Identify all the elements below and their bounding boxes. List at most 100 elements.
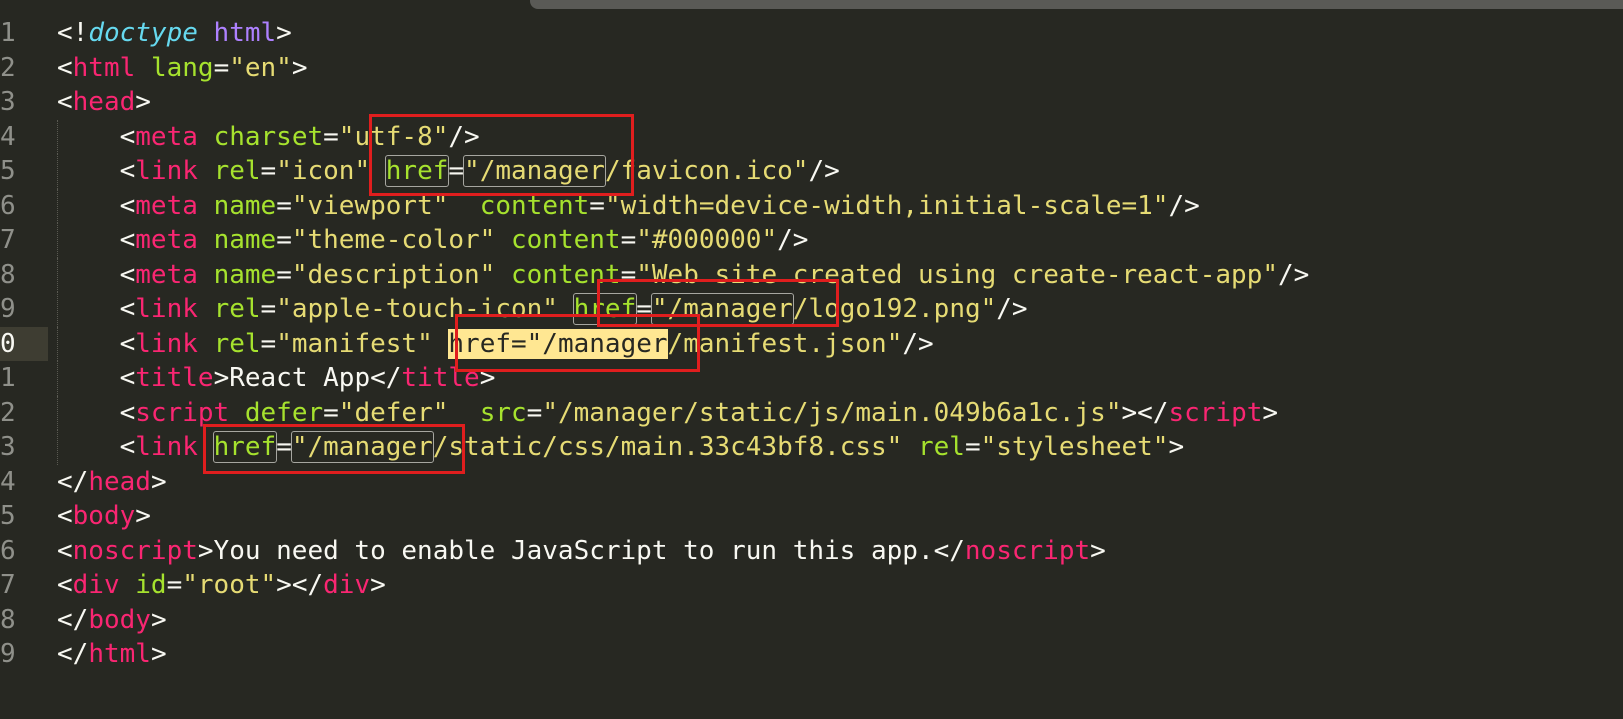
code-attribute: rel <box>213 328 261 359</box>
code-tag-name: html <box>88 639 151 669</box>
line-number: 2 <box>0 52 16 83</box>
code-line[interactable]: <link rel="manifest" href="/manager/mani… <box>57 326 1623 361</box>
code-punctuation <box>433 329 449 359</box>
code-line[interactable]: <link rel="icon" href="/manager/favicon.… <box>57 154 1623 189</box>
code-line[interactable]: </html> <box>57 637 1623 672</box>
code-editor[interactable]: 1234567890123456789 <!doctype html> <html… <box>0 0 1623 719</box>
code-tag-name: meta <box>135 121 198 152</box>
code-punctuation: > <box>1168 432 1185 462</box>
code-tag-name: head <box>72 87 136 117</box>
code-line[interactable]: <!doctype html> <box>57 16 1623 51</box>
code-line[interactable]: </head> <box>57 465 1623 500</box>
code-punctuation: <! <box>57 18 89 48</box>
code-line[interactable]: <link href="/manager/static/css/main.33c… <box>57 430 1623 465</box>
code-punctuation: = <box>964 432 981 462</box>
code-punctuation: > <box>135 501 151 531</box>
code-line[interactable]: </body> <box>57 603 1623 638</box>
code-string: "/manager/static/js/main.049b6a1c.js" <box>542 397 1122 428</box>
code-punctuation: < <box>57 294 136 324</box>
code-punctuation: < <box>57 501 73 531</box>
code-attribute: content <box>511 259 621 290</box>
code-attribute: src <box>479 397 527 428</box>
code-attribute: charset <box>213 121 324 152</box>
code-tag-name: title <box>401 363 480 393</box>
code-punctuation: > <box>150 604 167 635</box>
code-line[interactable]: <title>React App</title> <box>57 361 1623 396</box>
code-punctuation: > <box>150 466 167 497</box>
code-punctuation: > <box>1262 397 1279 428</box>
code-string: "width=device-width,initial-scale=1" <box>604 190 1169 221</box>
indent-guide <box>57 395 58 430</box>
code-line[interactable]: <meta charset="utf-8"/> <box>57 119 1623 154</box>
code-punctuation <box>198 18 214 48</box>
code-line[interactable]: <link rel="apple-touch-icon" href="/mana… <box>57 292 1623 327</box>
code-punctuation: = <box>620 259 637 290</box>
code-string: "icon" <box>276 156 371 186</box>
code-punctuation <box>120 570 136 600</box>
code-string: "defer" <box>338 397 449 428</box>
code-line[interactable]: <script defer="defer" src="/manager/stat… <box>57 395 1623 430</box>
code-string: "en" <box>229 52 292 83</box>
code-punctuation <box>198 329 214 359</box>
code-tag-name: div <box>72 570 120 600</box>
code-punctuation: >You need to enable JavaScript to run th… <box>197 535 965 566</box>
code-tag-name: noscript <box>964 535 1091 566</box>
code-string: "description" <box>291 259 496 290</box>
code-string-boxed: "/manager <box>290 431 434 463</box>
code-line[interactable]: <meta name="description" content="Web si… <box>57 257 1623 292</box>
code-punctuation: < <box>57 432 136 462</box>
code-line[interactable]: <head> <box>57 85 1623 120</box>
code-punctuation: = <box>276 432 292 462</box>
code-keyword: doctype <box>88 18 198 48</box>
code-line[interactable]: <meta name="theme-color" content="#00000… <box>57 223 1623 258</box>
code-punctuation: > <box>291 52 308 83</box>
code-line[interactable]: <meta name="viewport" content="width=dev… <box>57 188 1623 223</box>
code-punctuation: > <box>150 639 167 669</box>
code-line[interactable]: <div id="root"></div> <box>57 568 1623 603</box>
code-punctuation: > <box>135 87 151 117</box>
code-line[interactable]: <body> <box>57 499 1623 534</box>
code-punctuation: < <box>57 52 73 83</box>
line-number: 8 <box>0 604 16 635</box>
code-string: "#000000" <box>636 225 778 255</box>
code-attribute: rel <box>213 294 261 324</box>
code-attribute: lang <box>150 52 214 83</box>
line-number: 3 <box>0 87 16 117</box>
code-punctuation: </ <box>57 604 89 635</box>
code-tag-name: script <box>1168 397 1263 428</box>
code-punctuation: = <box>260 294 277 324</box>
code-attribute: name <box>213 190 277 221</box>
code-attribute: content <box>511 225 621 255</box>
code-punctuation: = <box>589 190 605 221</box>
code-punctuation: > <box>370 570 386 600</box>
line-number: 1 <box>0 363 16 393</box>
code-punctuation <box>198 225 214 255</box>
code-line[interactable]: <html lang="en"> <box>57 51 1623 86</box>
code-string: "viewport" <box>291 190 449 221</box>
code-line[interactable]: <noscript>You need to enable JavaScript … <box>57 534 1623 569</box>
code-string: "apple-touch-icon" <box>276 294 558 324</box>
code-punctuation: = <box>260 156 277 186</box>
code-punctuation: = <box>166 570 183 600</box>
code-punctuation <box>229 398 245 428</box>
code-tag-name: body <box>88 604 151 635</box>
code-string: /logo192.png" <box>792 294 997 324</box>
code-punctuation: ></ <box>1121 397 1169 428</box>
horizontal-scrollbar[interactable] <box>530 0 1623 9</box>
code-punctuation: /> <box>777 225 809 255</box>
code-punctuation: < <box>57 397 136 428</box>
indent-guide <box>57 326 58 361</box>
code-punctuation: /> <box>996 294 1028 324</box>
code-punctuation: >React App</ <box>213 363 402 393</box>
search-highlight: href="/manager <box>448 328 668 359</box>
code-punctuation <box>495 225 511 255</box>
indent-guide <box>57 430 58 465</box>
code-string: "utf-8" <box>338 121 449 152</box>
code-punctuation: > <box>1090 535 1106 566</box>
line-number: 2 <box>0 397 16 428</box>
code-area[interactable]: <!doctype html> <html lang="en"> <head> <m… <box>57 16 1623 672</box>
code-punctuation: = <box>260 328 277 359</box>
line-number: 8 <box>0 259 16 290</box>
code-attribute: name <box>213 259 277 290</box>
line-number: 4 <box>0 466 16 497</box>
